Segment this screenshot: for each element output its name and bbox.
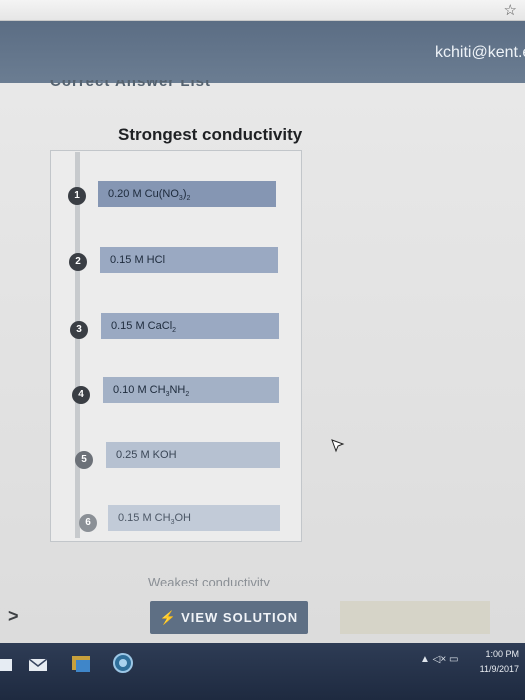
ranking-item-5[interactable]: 0.25 M KOH [106, 442, 280, 468]
view-solution-button[interactable]: ⚡ VIEW SOLUTION [150, 601, 308, 634]
item-subscript: 2 [172, 327, 177, 335]
mouse-cursor-icon [331, 439, 345, 453]
weakest-label: Weakest conductivity [148, 575, 270, 586]
ranking-list-panel [50, 150, 302, 542]
star-icon[interactable]: ☆ [504, 1, 517, 19]
item-number-4: 4 [72, 386, 90, 404]
chevron-right-icon[interactable]: > [8, 606, 19, 627]
ranking-rail [75, 152, 80, 538]
ranking-item-3[interactable]: 0.15 M CaCl2 [101, 313, 279, 339]
item-text: 0.15 M CaCl [111, 320, 173, 332]
item-text: 0.20 M Cu(NO [108, 188, 179, 200]
strongest-label: Strongest conductivity [118, 125, 303, 144]
item-number-5: 5 [75, 451, 93, 469]
view-solution-label: VIEW SOLUTION [181, 610, 299, 625]
item-text: 0.15 M HCl [110, 254, 166, 266]
item-text: 0.15 M CH [118, 512, 171, 524]
item-text: 0.25 M KOH [116, 449, 177, 461]
item-number-3: 3 [70, 321, 88, 339]
browser-top-bar: ☆ [0, 0, 525, 21]
item-number-6: 6 [79, 514, 97, 532]
user-email[interactable]: kchiti@kent.e [435, 44, 525, 62]
item-subscript: 2 [186, 195, 191, 203]
ranking-item-2[interactable]: 0.15 M HCl [100, 247, 278, 273]
item-text: OH [174, 512, 191, 524]
lightning-icon: ⚡ [159, 610, 178, 625]
item-number-1: 1 [68, 187, 86, 205]
mail-icon[interactable] [28, 655, 48, 673]
ranking-item-1[interactable]: 0.20 M Cu(NO3)2 [98, 181, 276, 207]
ranking-item-4[interactable]: 0.10 M CH3NH2 [103, 377, 279, 403]
item-text: 0.10 M CH [113, 384, 166, 396]
clock-time[interactable]: 1:00 PM [485, 649, 519, 659]
browser-icon[interactable] [112, 652, 134, 674]
clock-date[interactable]: 11/9/2017 [480, 664, 519, 674]
button-area-background [340, 601, 490, 634]
windows-start-icon[interactable] [0, 656, 14, 674]
item-number-2: 2 [69, 253, 87, 271]
item-subscript: 2 [185, 391, 190, 399]
answer-list-title: Correct Answer List [50, 80, 211, 90]
ranking-item-6[interactable]: 0.15 M CH3OH [108, 505, 280, 531]
tray-icons[interactable]: ▲ ◁× ▭ [420, 654, 458, 665]
item-text: NH [169, 384, 186, 396]
file-manager-icon[interactable] [70, 652, 94, 674]
